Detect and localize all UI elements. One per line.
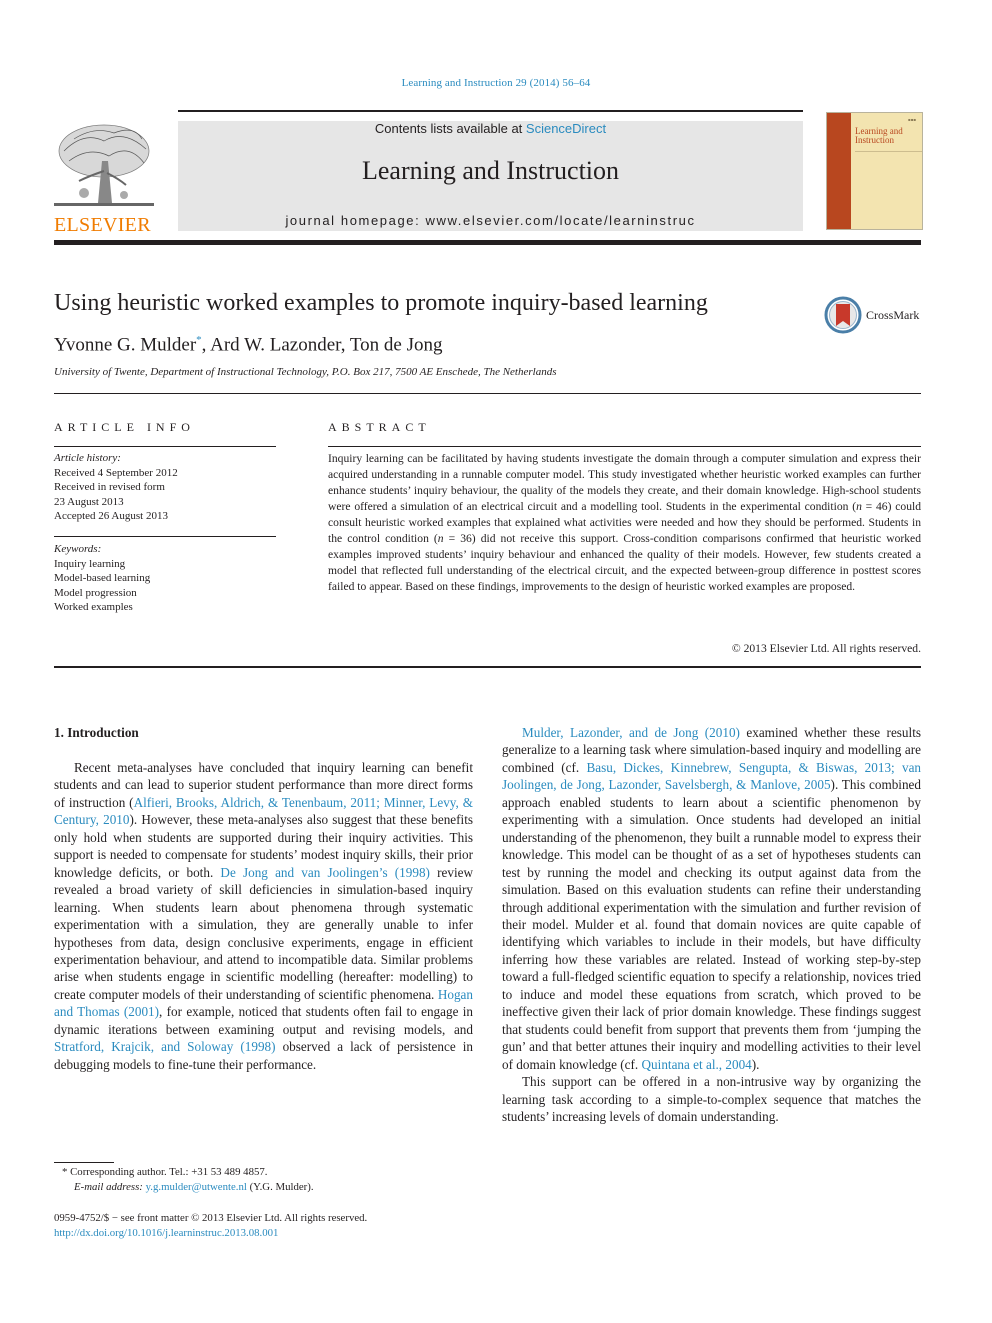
elsevier-wordmark: ELSEVIER [54, 214, 151, 236]
keyword-item: Inquiry learning [54, 557, 126, 570]
abstract-rule [328, 446, 921, 447]
footnote-rule [54, 1162, 114, 1163]
email-suffix: (Y.G. Mulder). [246, 1181, 314, 1193]
doi-link[interactable]: http://dx.doi.org/10.1016/j.learninstruc… [54, 1226, 474, 1241]
citation-link[interactable]: Quintana et al., 2004 [642, 1057, 752, 1072]
paragraph-text: ). This combined approach enabled studen… [502, 777, 921, 1072]
history-item: Received 4 September 2012 [54, 466, 178, 479]
paragraph: Recent meta-analyses have concluded that… [54, 759, 473, 1073]
contents-line: Contents lists available at ScienceDirec… [178, 121, 803, 136]
citation-link[interactable]: Stratford, Krajcik, and Soloway (1998) [54, 1039, 276, 1054]
paragraph-text: review revealed a broad variety of skill… [54, 864, 473, 1002]
keywords-header: Keywords: [54, 543, 102, 555]
body-column-right: Mulder, Lazonder, and de Jong (2010) exa… [502, 724, 921, 1125]
cover-title: Learning and Instruction [855, 127, 903, 145]
keywords-rule [54, 536, 276, 537]
elsevier-tree-icon [54, 124, 154, 206]
cover-issn-mark: ▪▪▪ [907, 117, 916, 122]
article-title: Using heuristic worked examples to promo… [54, 290, 708, 316]
abstract-part: Inquiry learning can be facilitated by h… [328, 452, 921, 513]
cover-title-line2: Instruction [855, 135, 894, 145]
abstract-copyright: © 2013 Elsevier Ltd. All rights reserved… [731, 642, 921, 655]
history-item: Accepted 26 August 2013 [54, 510, 168, 522]
article-info-rule [54, 446, 276, 447]
other-authors: , Ard W. Lazonder, Ton de Jong [201, 334, 443, 356]
footnote-text: Corresponding author. Tel.: +31 53 489 4… [67, 1166, 268, 1178]
journal-citation-link[interactable]: Learning and Instruction 29 (2014) 56–64 [0, 77, 992, 89]
issn-block: 0959-4752/$ − see front matter © 2013 El… [54, 1211, 474, 1241]
keywords: Keywords: Inquiry learning Model-based l… [54, 542, 276, 615]
journal-homepage[interactable]: journal homepage: www.elsevier.com/locat… [178, 213, 803, 228]
email-label: E-mail address: [74, 1181, 146, 1193]
contents-prefix: Contents lists available at [374, 121, 526, 136]
journal-name: Learning and Instruction [361, 156, 620, 185]
crossmark-label: CrossMark [866, 307, 920, 322]
keyword-item: Model progression [54, 586, 137, 599]
history-item: 23 August 2013 [54, 495, 124, 508]
crossmark-button[interactable]: CrossMark [824, 295, 924, 335]
journal-cover-thumbnail[interactable]: ▪▪▪ Learning and Instruction [826, 112, 923, 230]
article-info-heading: ARTICLE INFO [54, 420, 195, 434]
sciencedirect-link[interactable]: ScienceDirect [526, 121, 606, 136]
section-heading-introduction: 1. Introduction [54, 725, 139, 740]
email-link[interactable]: y.g.mulder@utwente.nl [146, 1181, 247, 1193]
paragraph-text: ). [751, 1056, 760, 1072]
article-history: Article history: Received 4 September 20… [54, 451, 276, 524]
paragraph: This support can be offered in a non-int… [502, 1073, 921, 1125]
paragraph-text: This support can be offered in a non-int… [502, 1074, 921, 1124]
author-name: Yvonne G. Mulder [54, 334, 197, 356]
cover-divider [855, 151, 922, 152]
header-rule [178, 110, 803, 112]
author-list: Yvonne G. Mulder*, Ard W. Lazonder, Ton … [54, 334, 443, 356]
paragraph: Mulder, Lazonder, and de Jong (2010) exa… [502, 724, 921, 1073]
header-thick-rule [54, 240, 921, 245]
title-rule [54, 393, 921, 394]
crossmark-icon [824, 296, 862, 334]
citation-link[interactable]: Mulder, Lazonder, and de Jong (2010) [522, 725, 740, 740]
history-item: Received in revised form [54, 481, 165, 493]
email-line: E-mail address: y.g.mulder@utwente.nl (Y… [54, 1180, 474, 1195]
keyword-item: Model-based learning [54, 572, 151, 584]
footnote-line: * Corresponding author. Tel.: +31 53 489… [54, 1165, 474, 1180]
affiliation: University of Twente, Department of Inst… [54, 366, 557, 378]
keyword-item: Worked examples [54, 601, 133, 613]
issn-line: 0959-4752/$ − see front matter © 2013 El… [54, 1212, 368, 1224]
citation-link[interactable]: De Jong and van Joolingen’s (1998) [220, 865, 430, 880]
history-header: Article history: [54, 452, 121, 464]
corresponding-author-footnote: * Corresponding author. Tel.: +31 53 489… [54, 1165, 474, 1195]
elsevier-logo[interactable]: ELSEVIER [54, 121, 156, 236]
journal-masthead: Contents lists available at ScienceDirec… [178, 121, 803, 231]
abstract-bottom-rule [54, 666, 921, 668]
abstract-text: Inquiry learning can be facilitated by h… [328, 451, 921, 595]
abstract-heading: ABSTRACT [328, 420, 431, 434]
cover-spine [827, 113, 851, 229]
body-column-left: Recent meta-analyses have concluded that… [54, 759, 473, 1073]
